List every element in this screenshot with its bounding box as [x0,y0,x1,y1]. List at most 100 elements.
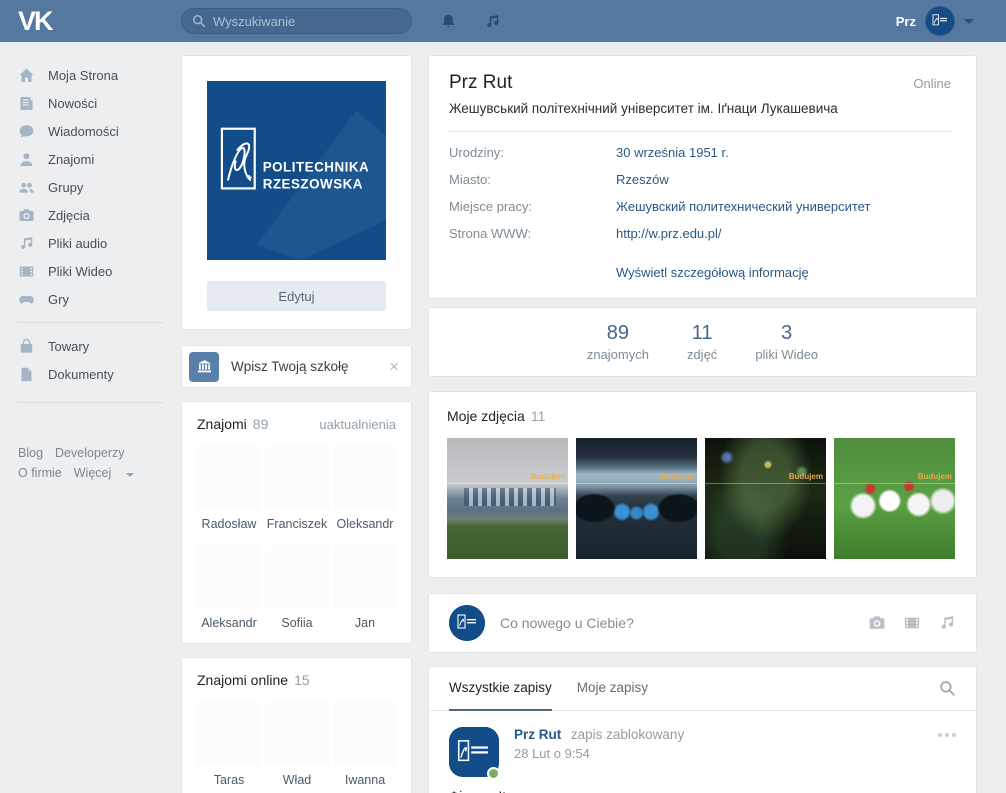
news-icon [18,95,35,112]
friend-item[interactable]: Radosław [197,446,261,531]
user-menu[interactable]: Prz [896,7,1006,35]
search-input[interactable] [213,14,401,29]
post-actions-menu-icon[interactable] [938,733,956,737]
sidebar-item-pliki-audio[interactable]: Pliki audio [18,229,181,257]
online-indicator [487,767,500,780]
sidebar-item-label: Wiadomości [48,124,119,139]
profile-photo[interactable]: POLITECHNIKA RZESZOWSKA [207,81,386,260]
user-short-name: Prz [896,14,916,29]
groups-icon [18,179,35,196]
chevron-down-icon [964,19,974,24]
sidebar-item-label: Towary [48,339,89,354]
friend-item[interactable]: Sofiia [265,545,329,630]
close-icon[interactable]: × [389,358,399,375]
school-suggestion-box: Wpisz Twoją szkołę × [181,345,412,388]
sidebar-item-pliki-wideo[interactable]: Pliki Wideo [18,257,181,285]
sidebar-item-znajomi[interactable]: Znajomi [18,145,181,173]
footer-link-wiecej[interactable]: Więcej [74,466,112,480]
photo-folk-dancers[interactable]: Budujem [834,438,955,559]
counter-value: 11 [687,322,717,345]
sidebar-item-label: Nowości [48,96,97,111]
user-avatar [926,7,954,35]
detail-value-link[interactable]: Жешувский политехнический университет [616,199,870,214]
friend-item[interactable]: Jan [333,545,397,630]
friend-item[interactable]: Franciszek [265,446,329,531]
online-status: Online [913,76,951,91]
sidebar-item-towary[interactable]: Towary [18,332,181,360]
friend-item[interactable]: Taras [197,702,261,787]
detail-row-birthday: Urodziny: 30 września 1951 r. [449,145,951,172]
footer-link-developerzy[interactable]: Developerzy [55,446,124,460]
friends-online-title[interactable]: Znajomi online [197,672,288,688]
photo-night-concert-crowd[interactable]: Budujem [705,438,826,559]
photo-flight-simulator-cockpit[interactable]: Budujem [576,438,697,559]
sidebar-item-dokumenty[interactable]: Dokumenty [18,360,181,388]
attach-audio-music-icon[interactable] [938,614,956,632]
wall-search-icon[interactable] [939,680,956,697]
friend-avatar [197,702,261,766]
post-author-name[interactable]: Prz Rut [514,727,561,742]
friend-item[interactable]: Aleksandr [197,545,261,630]
wall-tabs: Wszystkie zapisy Moje zapisy [429,667,976,711]
friends-card: Znajomi 89 uaktualnienia Radosław Franci… [181,401,412,644]
detail-value-link[interactable]: http://w.prz.edu.pl/ [616,226,722,241]
chevron-down-icon [126,473,134,477]
sidebar-divider [18,322,163,323]
left-sidebar: Moja Strona Nowości Wiadomości Znajomi G… [0,55,181,483]
friend-name: Oleksandr [333,517,397,531]
top-bar: VK Prz [0,0,1006,42]
profile-main-column: Prz Rut Online Жешувський політехнічний … [428,55,977,793]
attach-photo-camera-icon[interactable] [868,614,886,632]
sidebar-item-wiadomosci[interactable]: Wiadomości [18,117,181,145]
my-photos-title[interactable]: Moje zdjęcia [447,408,525,424]
vk-logo[interactable]: VK [0,8,181,35]
sidebar-footer: Blog Developerzy O firmie Więcej [18,443,181,483]
edit-profile-button[interactable]: Edytuj [207,281,386,311]
post-timestamp[interactable]: 28 Lut o 9:54 [514,746,956,761]
svg-text:RZESZOWSKA: RZESZOWSKA [263,176,363,191]
counter-photos[interactable]: 11 zdjęć [687,322,717,362]
my-photos-count: 11 [531,408,546,424]
gamepad-icon [18,291,35,308]
photo-watermark: Budujem [660,472,694,481]
friend-avatar [333,702,397,766]
counter-friends[interactable]: 89 znajomych [587,322,649,362]
friend-item[interactable]: Wład [265,702,329,787]
school-input[interactable]: Wpisz Twoją szkołę [231,359,389,374]
sidebar-divider [18,402,163,403]
messages-icon [18,123,35,140]
sidebar-item-zdjecia[interactable]: Zdjęcia [18,201,181,229]
tab-my-posts[interactable]: Moje zapisy [577,667,648,711]
status-text[interactable]: Жешувський політехнічний університет ім.… [449,101,951,116]
search-bar[interactable] [181,8,412,34]
tab-all-posts[interactable]: Wszystkie zapisy [449,667,552,711]
sidebar-item-moja-strona[interactable]: Moja Strona [18,61,181,89]
friend-item[interactable]: Oleksandr [333,446,397,531]
notifications-bell-icon[interactable] [440,13,457,30]
attach-video-film-icon[interactable] [903,614,921,632]
friend-item[interactable]: Iwanna [333,702,397,787]
profile-left-column: POLITECHNIKA RZESZOWSKA Edytuj Wpisz Two… [181,55,412,793]
detail-value-link[interactable]: Rzeszów [616,172,669,187]
detail-row-workplace: Miejsce pracy: Жешувский политехнический… [449,199,951,226]
sidebar-item-grupy[interactable]: Grupy [18,173,181,201]
university-icon [189,352,219,382]
sidebar-item-label: Zdjęcia [48,208,90,223]
sidebar-item-label: Znajomi [48,152,94,167]
svg-text:POLITECHNIKA: POLITECHNIKA [263,159,370,174]
composer-input[interactable]: Co nowego u Ciebie? [500,615,868,631]
friends-updates-link[interactable]: uaktualnienia [319,417,396,432]
photo-university-building[interactable]: Budujem [447,438,568,559]
show-detailed-info-link[interactable]: Wyświetl szczegółową informację [616,265,809,280]
friend-avatar [333,545,397,609]
music-icon[interactable] [484,13,501,30]
detail-value-link[interactable]: 30 września 1951 r. [616,145,729,160]
sidebar-item-gry[interactable]: Gry [18,285,181,313]
friend-avatar [333,446,397,510]
footer-link-blog[interactable]: Blog [18,446,43,460]
footer-link-o-firmie[interactable]: O firmie [18,466,62,480]
camera-icon [18,207,35,224]
friends-title[interactable]: Znajomi [197,416,247,432]
counter-videos[interactable]: 3 pliki Wideo [755,322,818,362]
sidebar-item-nowosci[interactable]: Nowości [18,89,181,117]
